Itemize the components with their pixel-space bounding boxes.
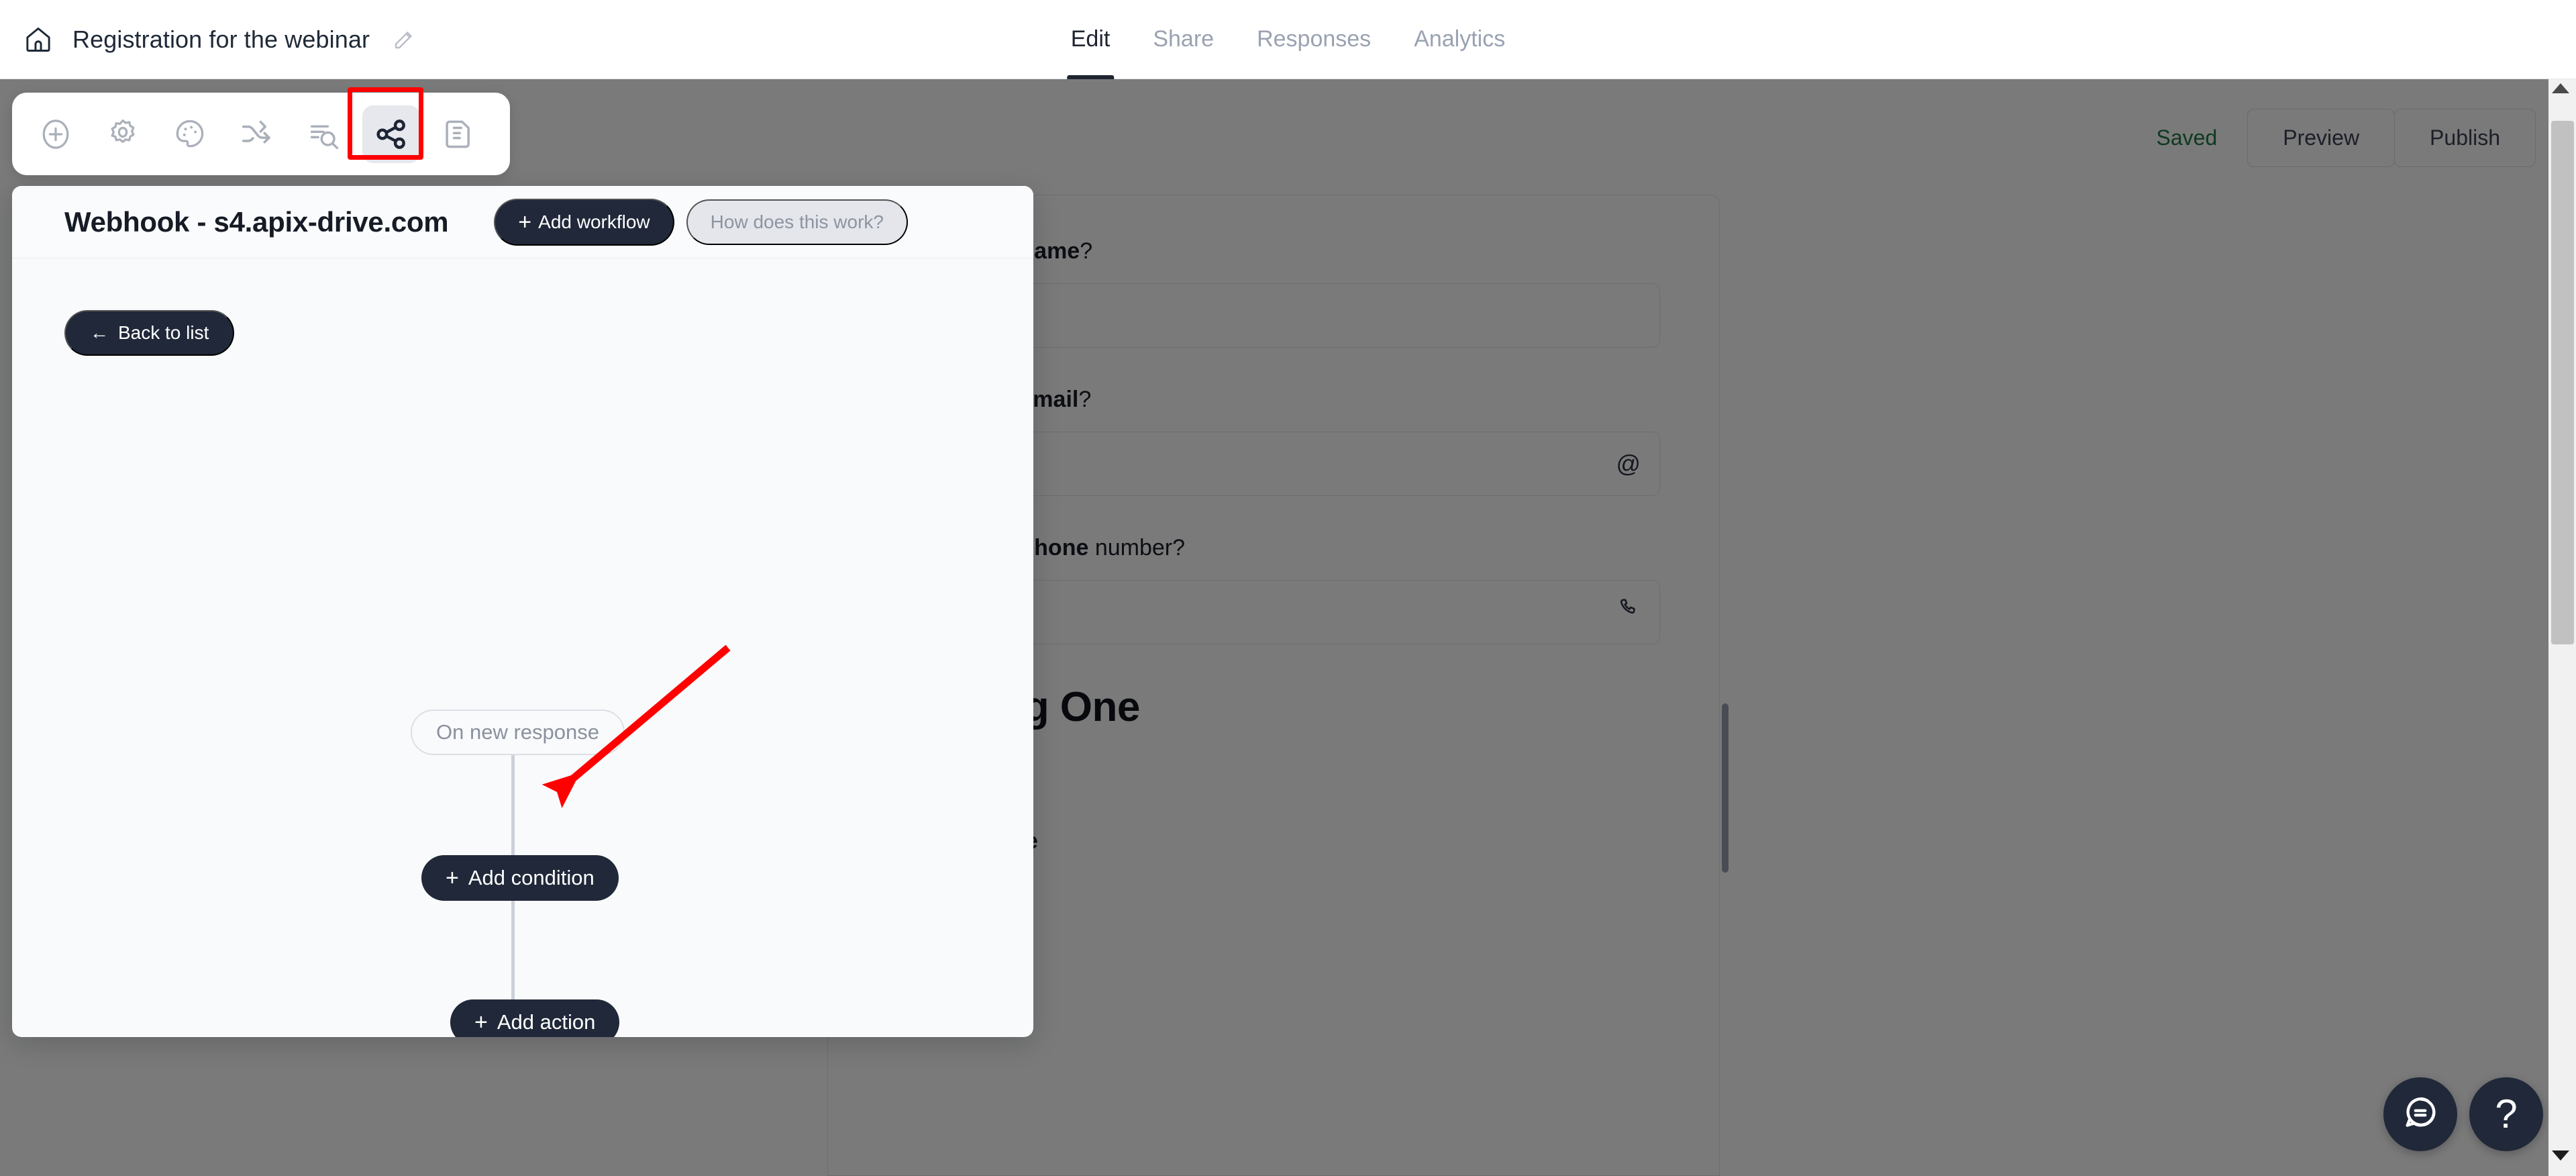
page-scrollbar-thumb[interactable] <box>2551 121 2574 644</box>
chat-support-button[interactable] <box>2383 1077 2457 1151</box>
main-tabs: Edit Share Responses Analytics <box>1066 0 1505 79</box>
add-workflow-button[interactable]: + Add workflow <box>494 198 674 246</box>
panel-title: Webhook - s4.apix-drive.com <box>64 205 449 238</box>
search-responses-button[interactable] <box>295 105 353 163</box>
help-button[interactable]: ? <box>2469 1077 2543 1151</box>
tab-edit[interactable]: Edit <box>1066 0 1114 79</box>
add-block-button[interactable] <box>27 105 85 163</box>
document-button[interactable] <box>429 105 487 163</box>
edit-pencil-icon[interactable] <box>391 27 417 52</box>
webhook-workflow-panel: Webhook - s4.apix-drive.com + Add workfl… <box>12 186 1033 1037</box>
home-icon[interactable] <box>23 24 54 55</box>
settings-button[interactable] <box>94 105 152 163</box>
panel-header-buttons: + Add workflow How does this work? <box>494 198 908 246</box>
scroll-down-arrow-icon[interactable] <box>2552 1150 2573 1171</box>
add-action-node[interactable]: + Add action <box>450 999 620 1037</box>
panel-body: ← Back to list On new response + Add con… <box>12 258 1033 1037</box>
add-action-label: Add action <box>497 1010 596 1034</box>
add-condition-node[interactable]: + Add condition <box>421 855 619 901</box>
tab-analytics[interactable]: Analytics <box>1414 0 1505 79</box>
chat-bubble-icon <box>2401 1093 2440 1136</box>
theme-palette-button[interactable] <box>161 105 219 163</box>
panel-header: Webhook - s4.apix-drive.com + Add workfl… <box>12 186 1033 258</box>
share-nodes-button[interactable] <box>362 105 420 163</box>
logic-branch-button[interactable] <box>228 105 286 163</box>
how-does-this-work-button[interactable]: How does this work? <box>686 199 908 245</box>
tab-share[interactable]: Share <box>1153 0 1214 79</box>
tab-responses[interactable]: Responses <box>1257 0 1371 79</box>
scroll-up-arrow-icon[interactable] <box>2552 83 2573 103</box>
editor-toolbar <box>12 93 510 175</box>
page-title: Registration for the webinar <box>72 25 370 53</box>
add-condition-label: Add condition <box>468 866 595 889</box>
plus-icon: + <box>446 865 459 891</box>
plus-icon: + <box>518 209 532 235</box>
topbar-left-group: Registration for the webinar <box>0 24 417 55</box>
workflow-canvas: On new response + Add condition + Add ac… <box>12 258 1033 1037</box>
workflow-trigger-node[interactable]: On new response <box>411 709 625 755</box>
question-mark-icon: ? <box>2495 1091 2518 1136</box>
add-workflow-label: Add workflow <box>538 211 650 232</box>
top-navigation-bar: Registration for the webinar Edit Share … <box>0 0 2576 79</box>
plus-icon: + <box>474 1010 488 1035</box>
